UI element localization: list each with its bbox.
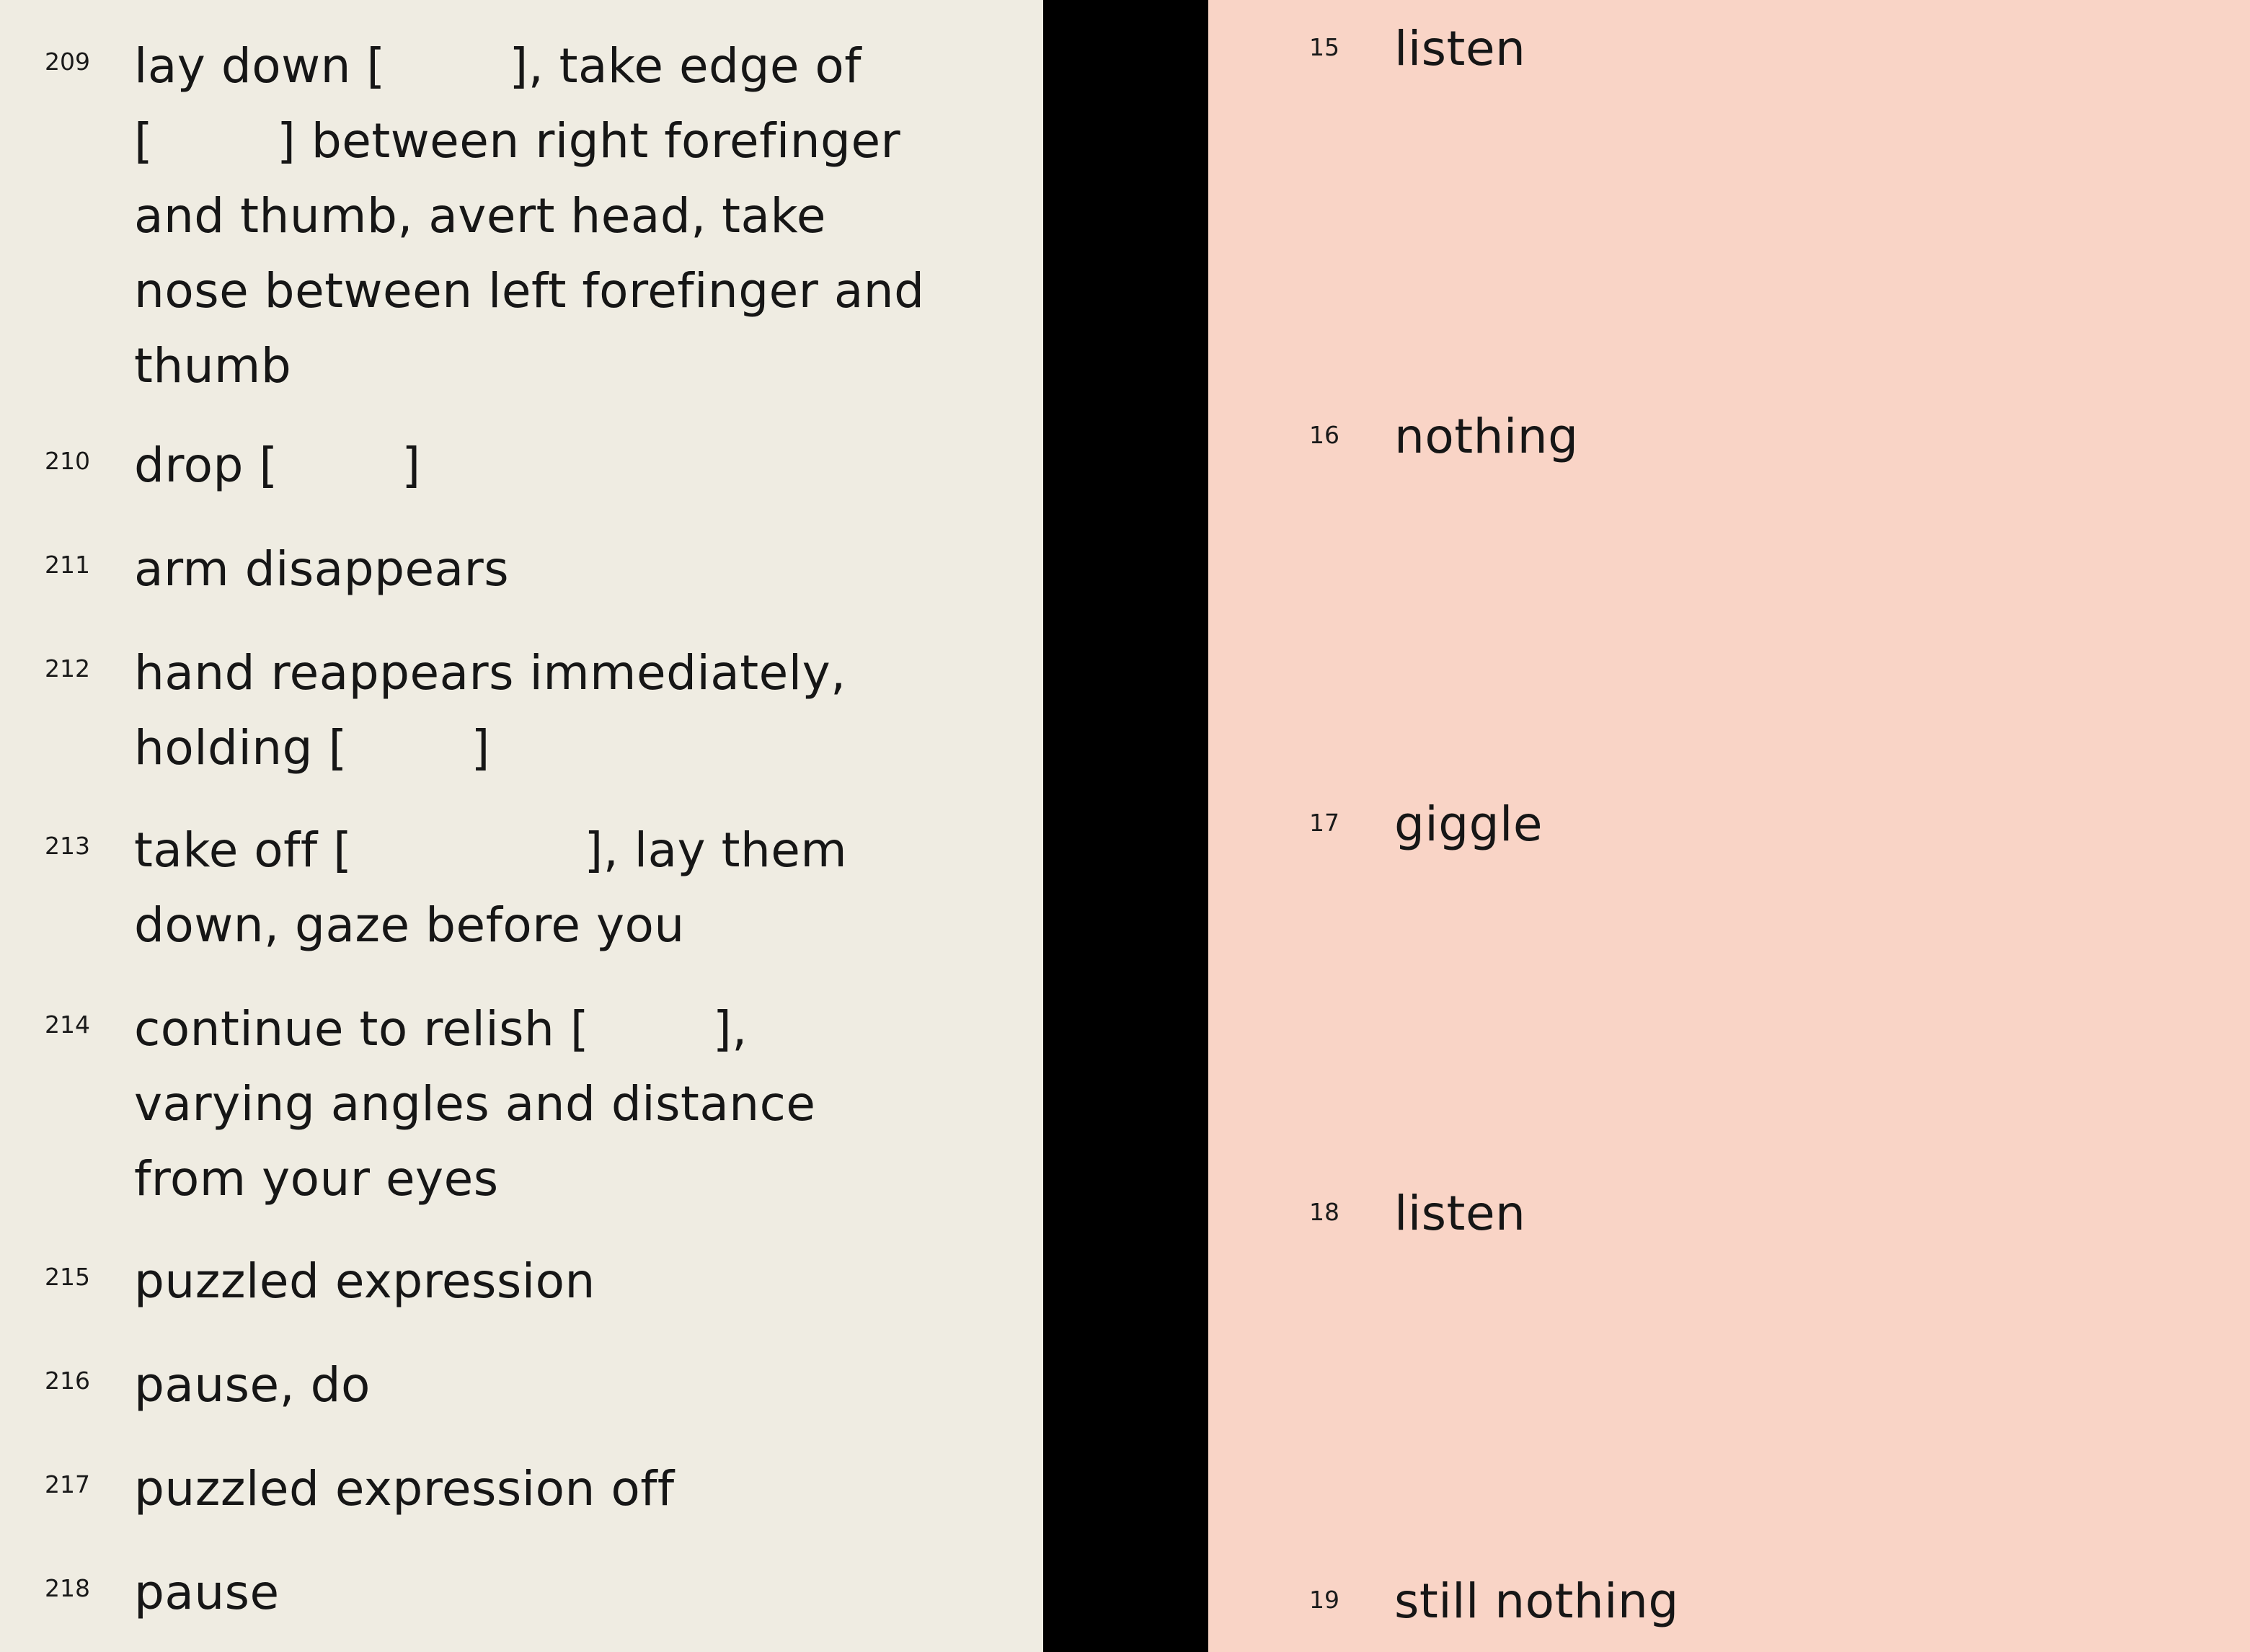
line-text: giggle [1394, 796, 1543, 852]
line-number: 215 [45, 1263, 90, 1291]
line-text: listen [1394, 1186, 1526, 1241]
line-number: 16 [1309, 421, 1339, 449]
line-text: hand reappears immediately, holding [ ] [134, 645, 846, 776]
line-number: 210 [45, 447, 90, 475]
line-number: 19 [1309, 1586, 1339, 1614]
line-text: lay down [ ], take edge of [ ] between r… [134, 38, 925, 394]
left-page: 209 lay down [ ], take edge of [ ] betwe… [0, 0, 1043, 1652]
line-text: still nothing [1394, 1573, 1679, 1629]
line-number: 217 [45, 1470, 90, 1498]
line-number: 17 [1309, 809, 1339, 837]
line-text: drop [ ] [134, 438, 421, 493]
line-text: take off [ ], lay them down, gaze before… [134, 822, 848, 953]
line-text: pause, do [134, 1357, 371, 1413]
line-text: nothing [1394, 409, 1579, 464]
line-text: puzzled expression [134, 1253, 595, 1309]
right-page: 15 listen 16 nothing 17 giggle 18 listen… [1208, 0, 2250, 1652]
line-text: arm disappears [134, 541, 510, 597]
line-number: 18 [1309, 1198, 1339, 1226]
line-text: pause [134, 1565, 280, 1620]
line-number: 218 [45, 1574, 90, 1602]
line-number: 212 [45, 654, 90, 683]
line-text: continue to relish [ ], varying angles a… [134, 1001, 816, 1207]
line-number: 211 [45, 551, 90, 579]
line-number: 209 [45, 48, 90, 76]
line-text: listen [1394, 21, 1526, 76]
line-number: 216 [45, 1367, 90, 1395]
line-number: 214 [45, 1011, 90, 1039]
line-text: puzzled expression off [134, 1461, 675, 1516]
line-number: 213 [45, 832, 90, 860]
line-number: 15 [1309, 33, 1339, 61]
